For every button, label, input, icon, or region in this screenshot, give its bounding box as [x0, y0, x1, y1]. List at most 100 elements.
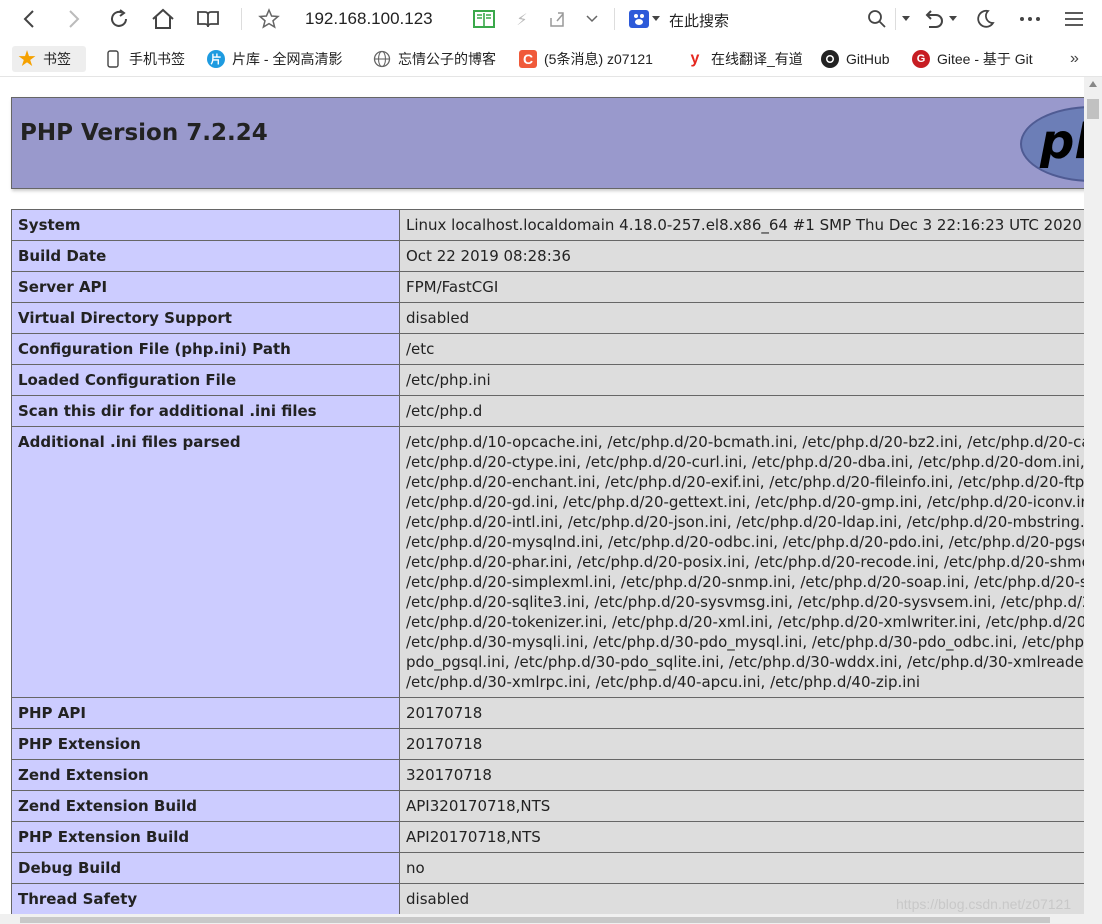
- info-value-line: /etc/php.d/20-enchant.ini, /etc/php.d/20…: [406, 473, 1084, 491]
- more-bookmarks-chevron-icon[interactable]: »: [1070, 49, 1079, 69]
- info-value-line: /etc/php.d/20-ctype.ini, /etc/php.d/20-c…: [406, 453, 1084, 471]
- more-options-icon[interactable]: [1017, 6, 1043, 32]
- php-header: PHP Version 7.2.24 php: [11, 97, 1084, 189]
- info-value-line: /etc/php.d/10-opcache.ini, /etc/php.d/20…: [406, 433, 1084, 451]
- scrollbar-thumb[interactable]: [20, 917, 1050, 923]
- bookmark-gitee[interactable]: G Gitee - 基于 Git: [912, 49, 1052, 69]
- table-row: Build Date Oct 22 2019 08:28:36: [11, 240, 1084, 272]
- info-key: Additional .ini files parsed: [11, 426, 400, 698]
- reload-icon[interactable]: [106, 6, 132, 32]
- info-value-line: pdo_pgsql.ini, /etc/php.d/30-pdo_sqlite.…: [406, 653, 1084, 671]
- back-icon[interactable]: [16, 6, 42, 32]
- info-value-line: /etc/php.d/20-simplexml.ini, /etc/php.d/…: [406, 573, 1084, 591]
- bookmark-label: 手机书签: [129, 51, 185, 67]
- bookmark-label: 书签: [43, 51, 71, 67]
- info-key: Zend Extension: [11, 759, 400, 791]
- share-icon[interactable]: [547, 6, 567, 32]
- info-key: Configuration File (php.ini) Path: [11, 333, 400, 365]
- scroll-up-arrow-icon[interactable]: [1089, 81, 1097, 87]
- page-title: PHP Version 7.2.24: [20, 120, 268, 146]
- gitee-logo-icon: G: [912, 50, 930, 68]
- night-mode-moon-icon[interactable]: [972, 6, 998, 32]
- forward-icon[interactable]: [61, 6, 87, 32]
- table-row: PHP Extension Build API20170718,NTS: [11, 821, 1084, 853]
- info-value: FPM/FastCGI: [399, 271, 1084, 303]
- reading-mode-icon[interactable]: [472, 6, 496, 32]
- page-content: PHP Version 7.2.24 php SystemLinux local…: [0, 77, 1084, 924]
- search-icon[interactable]: [865, 6, 889, 32]
- bookmark-label: (5条消息) z07121: [544, 51, 653, 67]
- info-key: PHP Extension Build: [11, 821, 400, 853]
- info-value: /etc/php.d/10-opcache.ini, /etc/php.d/20…: [399, 426, 1084, 698]
- chevron-down-icon[interactable]: [900, 6, 912, 32]
- star-icon: ★: [18, 49, 36, 69]
- bookmark-youdao[interactable]: y 在线翻译_有道: [686, 49, 803, 69]
- info-value: 20170718: [399, 728, 1084, 760]
- chevron-down-icon[interactable]: [582, 6, 602, 32]
- search-input[interactable]: 在此搜索: [669, 10, 729, 31]
- table-row: PHP API 20170718: [11, 697, 1084, 729]
- bookmark-label: 忘情公子的博客: [398, 51, 496, 67]
- bookmark-folder[interactable]: ★ 书签: [18, 49, 71, 69]
- bookmark-label: 片库 - 全网高清影: [232, 51, 343, 67]
- info-value: disabled: [399, 302, 1084, 334]
- info-value: 20170718: [399, 697, 1084, 729]
- lightning-icon[interactable]: ⚡: [512, 6, 532, 32]
- horizontal-scrollbar[interactable]: [0, 914, 1084, 924]
- table-row: Zend Extension 320170718: [11, 759, 1084, 791]
- bookmark-label: GitHub: [846, 51, 890, 67]
- undo-close-tab-icon[interactable]: [920, 6, 960, 32]
- info-value: /etc/php.d: [399, 395, 1084, 427]
- info-value-line: /etc/php.d/20-sqlite3.ini, /etc/php.d/20…: [406, 593, 1084, 611]
- favorite-star-icon[interactable]: [256, 6, 282, 32]
- info-key: Thread Safety: [11, 883, 400, 915]
- bookmark-mobile[interactable]: 手机书签: [104, 49, 185, 69]
- info-value: Linux localhost.localdomain 4.18.0-257.e…: [399, 209, 1084, 241]
- toolbar-separator: [895, 8, 896, 30]
- info-value-line: /etc/php.d/30-xmlrpc.ini, /etc/php.d/40-…: [406, 673, 921, 691]
- globe-icon: [373, 50, 391, 68]
- info-value: /etc/php.ini: [399, 364, 1084, 396]
- menu-hamburger-icon[interactable]: [1062, 6, 1086, 32]
- github-logo-icon: [821, 50, 839, 68]
- address-bar[interactable]: 192.168.100.123: [305, 9, 433, 29]
- info-key: Loaded Configuration File: [11, 364, 400, 396]
- browser-toolbar: 192.168.100.123 ⚡ 在此搜索: [0, 0, 1102, 38]
- bookmark-pianku[interactable]: 片 片库 - 全网高清影: [207, 49, 357, 69]
- scrollbar-thumb[interactable]: [1087, 99, 1099, 119]
- table-row: Zend Extension Build API320170718,NTS: [11, 790, 1084, 822]
- baidu-search-engine-icon[interactable]: [627, 6, 661, 32]
- info-key: PHP API: [11, 697, 400, 729]
- table-row: Debug Build no: [11, 852, 1084, 884]
- bookmark-blog[interactable]: 忘情公子的博客: [373, 49, 496, 69]
- table-row: Scan this dir for additional .ini files /…: [11, 395, 1084, 427]
- info-value: 320170718: [399, 759, 1084, 791]
- home-icon[interactable]: [150, 6, 176, 32]
- info-key: Scan this dir for additional .ini files: [11, 395, 400, 427]
- info-value: no: [399, 852, 1084, 884]
- table-row: System Linux localhost.localdomain 4.18.0…: [11, 209, 1084, 241]
- pianku-logo-icon: 片: [207, 50, 225, 68]
- info-value-line: /etc/php.d/20-gd.ini, /etc/php.d/20-gett…: [406, 493, 1084, 511]
- info-key: PHP Extension: [11, 728, 400, 760]
- bookmark-github[interactable]: GitHub: [821, 49, 890, 69]
- info-key: Debug Build: [11, 852, 400, 884]
- table-row: PHP Extension 20170718: [11, 728, 1084, 760]
- table-row: Configuration File (php.ini) Path/etc: [11, 333, 1084, 365]
- table-row: Server API FPM/FastCGI: [11, 271, 1084, 303]
- info-value: API20170718,NTS: [399, 821, 1084, 853]
- info-key: Build Date: [11, 240, 400, 272]
- info-key: Server API: [11, 271, 400, 303]
- youdao-logo-icon: y: [690, 50, 700, 67]
- phone-icon: [104, 50, 122, 68]
- bookmarks-bar: ★ 书签 手机书签 片 片库 - 全网高清影 忘情公子的博客 C (5条消息) …: [0, 42, 1102, 77]
- info-value-line: /etc/php.d/20-intl.ini, /etc/php.d/20-js…: [406, 513, 1084, 531]
- info-value: /etc: [399, 333, 1084, 365]
- reader-icon[interactable]: [195, 6, 221, 32]
- vertical-scrollbar[interactable]: [1084, 77, 1102, 924]
- bookmark-csdn[interactable]: C (5条消息) z07121: [519, 49, 669, 69]
- php-logo-text: php: [1040, 114, 1084, 170]
- info-key: Virtual Directory Support: [11, 302, 400, 334]
- info-value-line: /etc/php.d/20-phar.ini, /etc/php.d/20-po…: [406, 553, 1084, 571]
- info-value-line: /etc/php.d/20-mysqlnd.ini, /etc/php.d/20…: [406, 533, 1084, 551]
